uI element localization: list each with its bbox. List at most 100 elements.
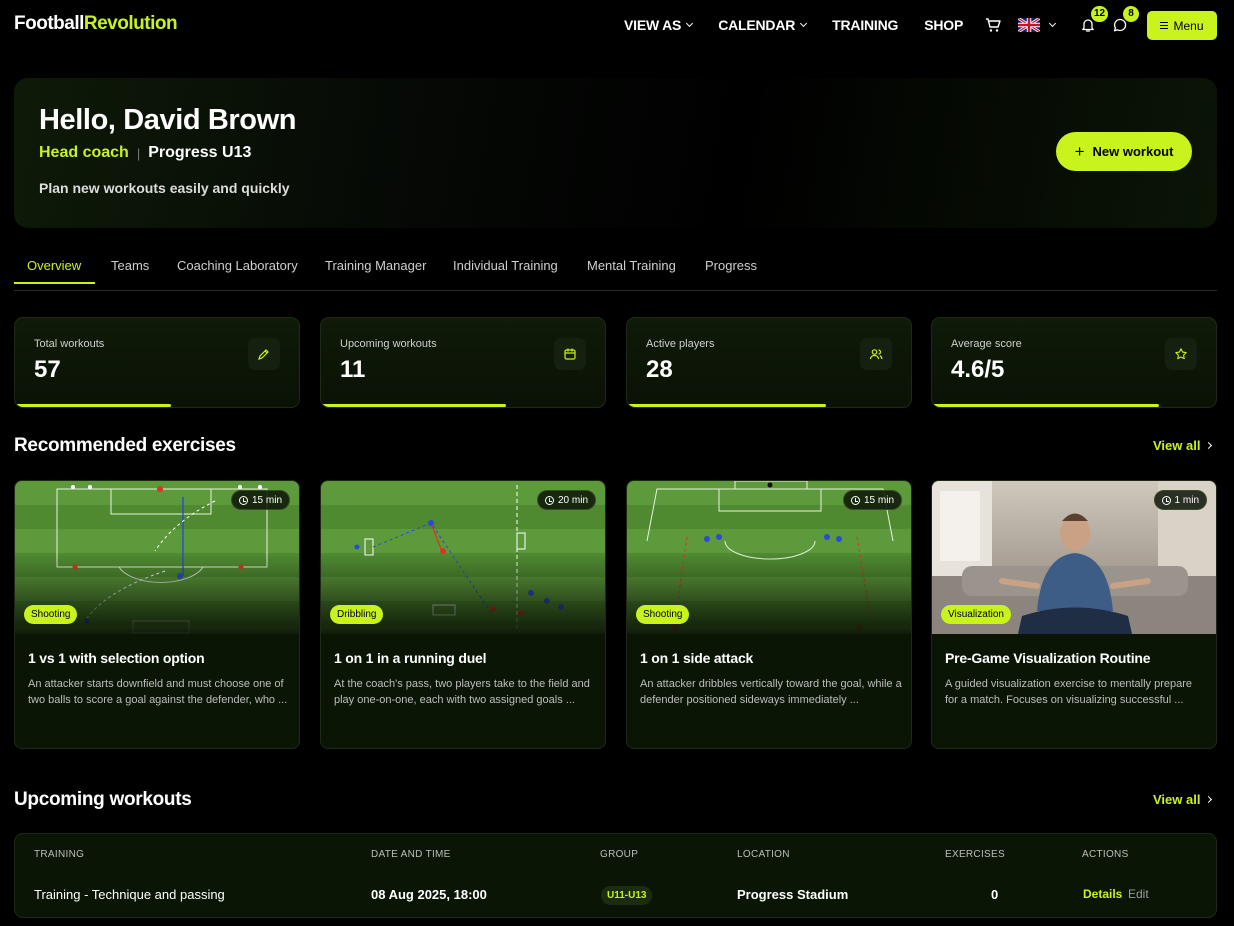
- exercise-card[interactable]: 15 min Shooting 1 vs 1 with selection op…: [14, 480, 300, 749]
- duration-label: 15 min: [251, 494, 282, 506]
- nav-shop-label: SHOP: [924, 17, 964, 33]
- chevron-down-icon: [800, 19, 808, 28]
- hamburger-icon: [1160, 22, 1169, 29]
- users-icon: [860, 338, 892, 370]
- duration-label: 20 min: [557, 494, 588, 506]
- brand-part1: Football: [14, 13, 84, 34]
- training-location: Progress Stadium: [737, 887, 849, 902]
- exercise-card[interactable]: 20 min Dribbling 1 on 1 in a running due…: [320, 480, 606, 749]
- duration-badge: 15 min: [230, 490, 290, 510]
- tab-coaching-laboratory[interactable]: Coaching Laboratory: [177, 258, 298, 273]
- plus-icon: +: [1074, 142, 1085, 161]
- separator: |: [136, 145, 141, 161]
- active-tab-indicator: [14, 282, 95, 284]
- tab-individual-training[interactable]: Individual Training: [453, 258, 558, 273]
- exercises-view-all-link[interactable]: View all: [1153, 438, 1213, 453]
- column-header-training: TRAINING: [34, 849, 85, 860]
- section-tabs: Overview Teams Coaching Laboratory Train…: [14, 250, 1217, 291]
- stat-progress-bar: [15, 404, 172, 407]
- category-tag: Dribbling: [330, 605, 384, 624]
- tab-teams[interactable]: Teams: [111, 258, 149, 273]
- new-workout-button[interactable]: + New workout: [1056, 132, 1192, 171]
- duration-badge: 1 min: [1153, 490, 1207, 510]
- column-header-exercises: EXERCISES: [945, 849, 1005, 860]
- language-selector[interactable]: [1018, 18, 1057, 32]
- edit-link[interactable]: Edit: [1128, 887, 1149, 901]
- tab-mental-training[interactable]: Mental Training: [587, 258, 676, 273]
- exercise-title: 1 on 1 in a running duel: [334, 650, 487, 666]
- nav-shop[interactable]: SHOP: [924, 17, 963, 33]
- nav-training-label: TRAINING: [832, 17, 899, 33]
- chevron-down-icon: [686, 19, 694, 28]
- greeting: Hello, David Brown: [39, 104, 297, 136]
- category-tag: Shooting: [24, 605, 78, 624]
- exchange-icon: [248, 338, 280, 370]
- column-header-location: LOCATION: [737, 849, 790, 860]
- clock-icon: [544, 495, 554, 505]
- calendar-icon: [554, 338, 586, 370]
- training-datetime: 08 Aug 2025, 18:00: [371, 887, 487, 902]
- column-header-actions: ACTIONS: [1082, 849, 1129, 860]
- stat-value: 11: [340, 356, 366, 383]
- chevron-right-icon: [1205, 795, 1213, 804]
- chevron-down-icon: [1048, 19, 1057, 28]
- workouts-table: TRAINING DATE AND TIME GROUP LOCATION EX…: [14, 833, 1217, 918]
- menu-button[interactable]: Menu: [1147, 11, 1217, 40]
- exercise-card[interactable]: 1 min Visualization Pre-Game Visualizati…: [931, 480, 1217, 749]
- star-icon: [1165, 338, 1197, 370]
- stat-progress-bar: [932, 404, 1160, 407]
- stat-value: 57: [34, 356, 61, 383]
- nav-calendar[interactable]: CALENDAR: [718, 17, 808, 33]
- messages-badge: 8: [1123, 6, 1139, 22]
- stat-card-upcoming-workouts: Upcoming workouts 11: [320, 317, 606, 408]
- exercise-description: An attacker starts downfield and must ch…: [28, 678, 288, 706]
- stat-progress-bar: [321, 404, 506, 407]
- cart-icon[interactable]: [984, 16, 1002, 34]
- details-link[interactable]: Details: [1083, 887, 1122, 901]
- exercise-description: At the coach's pass, two players take to…: [334, 678, 590, 706]
- stat-progress-bar: [627, 404, 826, 407]
- team-label: Progress U13: [148, 144, 252, 161]
- nav-view-as[interactable]: VIEW AS: [624, 17, 694, 33]
- stat-label: Total workouts: [34, 338, 105, 350]
- stat-value: 4.6/5: [951, 356, 1005, 383]
- group-badge: U11-U13: [601, 886, 653, 905]
- exercise-count: 0: [991, 887, 999, 902]
- tab-training-manager[interactable]: Training Manager: [325, 258, 426, 273]
- stat-card-active-players: Active players 28: [626, 317, 912, 408]
- duration-label: 15 min: [863, 494, 894, 506]
- exercise-title: Pre-Game Visualization Routine: [945, 650, 1151, 666]
- clock-icon: [1161, 495, 1171, 505]
- clock-icon: [238, 495, 248, 505]
- brand-logo[interactable]: FootballRevolution: [14, 13, 178, 35]
- top-navigation: FootballRevolution VIEW AS CALENDAR TRAI…: [0, 0, 1234, 50]
- hero-banner: Hello, David Brown Head coach | Progress…: [14, 78, 1217, 228]
- column-header-date: DATE AND TIME: [371, 849, 451, 860]
- exercise-title: 1 on 1 side attack: [640, 650, 754, 666]
- stat-card-total-workouts: Total workouts 57: [14, 317, 300, 408]
- notifications-badge: 12: [1091, 6, 1109, 22]
- coach-role: Head coach | Progress U13: [39, 144, 251, 162]
- column-header-group: GROUP: [600, 849, 639, 860]
- exercise-description: A guided visualization exercise to menta…: [945, 678, 1193, 706]
- view-all-label: View all: [1153, 792, 1201, 807]
- upcoming-workouts-title: Upcoming workouts: [14, 789, 192, 810]
- duration-label: 1 min: [1174, 494, 1199, 506]
- uk-flag-icon: [1018, 18, 1040, 32]
- nav-links: VIEW AS CALENDAR TRAINING SHOP: [624, 17, 963, 33]
- clock-icon: [850, 495, 860, 505]
- duration-badge: 15 min: [842, 490, 902, 510]
- stat-label: Upcoming workouts: [340, 338, 437, 350]
- stat-label: Average score: [951, 338, 1022, 350]
- exercise-description: An attacker dribbles vertically toward t…: [640, 678, 902, 706]
- stat-value: 28: [646, 356, 673, 383]
- exercise-card[interactable]: 15 min Shooting 1 on 1 side attack An at…: [626, 480, 912, 749]
- nav-training[interactable]: TRAINING: [832, 17, 898, 33]
- workouts-view-all-link[interactable]: View all: [1153, 792, 1213, 807]
- view-all-label: View all: [1153, 438, 1201, 453]
- tab-progress[interactable]: Progress: [705, 258, 757, 273]
- tab-overview[interactable]: Overview: [27, 258, 81, 273]
- hero-subtitle: Plan new workouts easily and quickly: [39, 180, 290, 196]
- training-name: Training - Technique and passing: [34, 887, 225, 902]
- category-tag: Shooting: [636, 605, 690, 624]
